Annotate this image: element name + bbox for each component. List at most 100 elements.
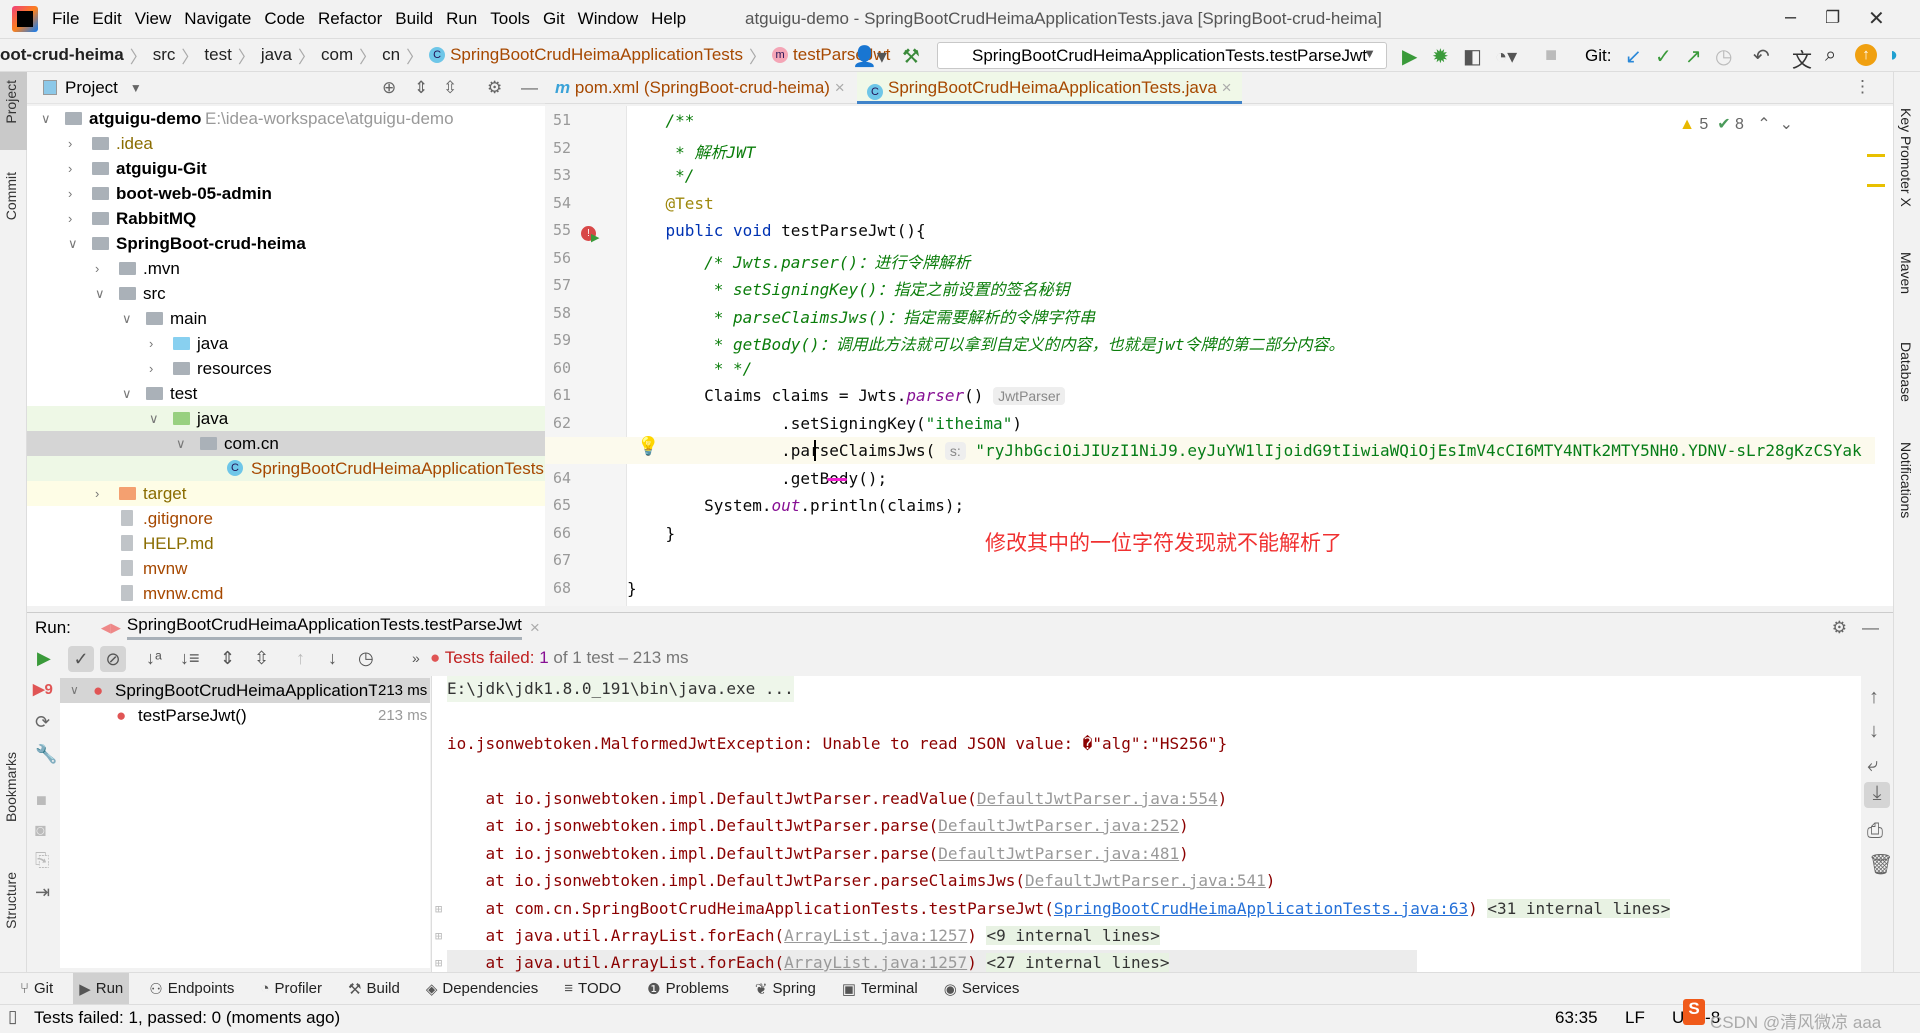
minimize-icon[interactable]: –: [1785, 6, 1796, 29]
restore-icon[interactable]: ❐: [1825, 8, 1840, 28]
code-editor[interactable]: 515253545556575859606162636465666768 ! ▶…: [545, 106, 1893, 606]
tab-application-tests[interactable]: C SpringBootCrudHeimaApplicationTests.jav…: [857, 72, 1242, 104]
collapse-all-icon[interactable]: ⇳: [254, 648, 269, 669]
breadcrumb-cn[interactable]: cn: [382, 45, 400, 65]
source-link[interactable]: ArrayList.java:1257: [784, 953, 967, 972]
inspection-widget[interactable]: ▲ 5 ✔ 8 ⌃ ⌄: [1679, 114, 1793, 134]
tree-item[interactable]: ∨ com.cn: [27, 431, 545, 456]
search-icon[interactable]: ⌕: [1825, 44, 1836, 67]
fold-toggle-icon[interactable]: ⊞: [435, 923, 442, 949]
chevron-down-icon[interactable]: ∨: [176, 431, 186, 456]
menu-view[interactable]: View: [135, 9, 172, 29]
menu-edit[interactable]: Edit: [92, 9, 121, 29]
update-icon[interactable]: ↑: [1855, 44, 1877, 66]
expand-all-icon[interactable]: ⇕: [414, 78, 428, 98]
caret-position[interactable]: 63:35: [1555, 1008, 1598, 1028]
tool-endpoints[interactable]: ⚇ Endpoints: [143, 973, 240, 1005]
scroll-up-icon[interactable]: ↑: [1869, 686, 1879, 709]
breadcrumb-test[interactable]: test: [204, 45, 231, 65]
tree-item[interactable]: mvnw.cmd: [27, 581, 545, 606]
soft-wrap-icon[interactable]: ⤶: [1867, 754, 1878, 777]
scroll-to-end-icon[interactable]: ⤓: [1864, 782, 1890, 808]
print-icon[interactable]: ⎙: [1867, 820, 1883, 843]
breadcrumb-class[interactable]: SpringBootCrudHeimaApplicationTests: [450, 45, 743, 65]
close-tab-icon[interactable]: ×: [1222, 78, 1232, 97]
stop-icon[interactable]: ■: [36, 790, 47, 811]
next-failed-icon[interactable]: ↓: [328, 648, 337, 669]
tree-item[interactable]: › java: [27, 331, 545, 356]
tree-item[interactable]: ∨ main: [27, 306, 545, 331]
menu-navigate[interactable]: Navigate: [184, 9, 251, 29]
prev-highlight-icon[interactable]: ⌃: [1757, 116, 1770, 133]
run-gutter-icon[interactable]: ▶: [591, 231, 599, 244]
toggle-auto-test-icon[interactable]: ⟳: [35, 712, 50, 733]
chevron-down-icon[interactable]: ∨: [122, 306, 132, 331]
tool-build[interactable]: ⚒ Build: [342, 973, 406, 1005]
test-method-row[interactable]: ● testParseJwt() 213 ms: [60, 703, 430, 728]
rerun-failed-icon[interactable]: ▶9: [33, 680, 53, 698]
menu-tools[interactable]: Tools: [490, 9, 530, 29]
database-tool-tab[interactable]: Database: [1898, 342, 1914, 402]
tool-terminal[interactable]: ▣ Terminal: [836, 973, 924, 1005]
tree-item[interactable]: › .idea: [27, 131, 545, 156]
tree-item[interactable]: ∨ atguigu-demo E:\idea-workspace\atguigu-d…: [27, 106, 545, 131]
key-promoter-tool-tab[interactable]: Key Promoter X: [1898, 108, 1914, 207]
next-highlight-icon[interactable]: ⌄: [1780, 116, 1793, 133]
source-link[interactable]: DefaultJwtParser.java:252: [938, 816, 1179, 835]
tree-item[interactable]: ∨ test: [27, 381, 545, 406]
history-icon[interactable]: ◷: [1715, 44, 1732, 69]
warning-marker[interactable]: [1867, 154, 1885, 157]
build-hammer-icon[interactable]: ⚒: [902, 44, 920, 69]
gear-icon[interactable]: ⚙: [1832, 618, 1847, 638]
more-icon[interactable]: »: [412, 650, 420, 666]
source-link[interactable]: ArrayList.java:1257: [784, 926, 967, 945]
test-class-row[interactable]: ∨ ● SpringBootCrudHeimaApplicationTe 213…: [60, 678, 430, 703]
chevron-down-icon[interactable]: ∨: [122, 381, 132, 406]
tree-item[interactable]: ∨ java: [27, 406, 545, 431]
sort-alpha-icon[interactable]: ↓ᵃ: [146, 648, 162, 669]
stop-icon[interactable]: ■: [1545, 44, 1557, 67]
chevron-down-icon[interactable]: ∨: [41, 106, 51, 131]
fold-toggle-icon[interactable]: ⊞: [435, 950, 442, 972]
git-update-icon[interactable]: ↙: [1625, 44, 1642, 69]
tree-item[interactable]: › atguigu-Git: [27, 156, 545, 181]
tree-item[interactable]: ∨ SpringBoot-crud-heima: [27, 231, 545, 256]
menu-run[interactable]: Run: [446, 9, 477, 29]
chevron-down-icon[interactable]: ∨: [68, 231, 78, 256]
internal-lines-fold[interactable]: <9 internal lines>: [986, 926, 1160, 945]
wrench-icon[interactable]: 🔧: [35, 744, 57, 765]
previous-failed-icon[interactable]: ↑: [296, 648, 305, 669]
chevron-right-icon[interactable]: ›: [149, 356, 153, 381]
menu-code[interactable]: Code: [264, 9, 305, 29]
menu-git[interactable]: Git: [543, 9, 565, 29]
menu-file[interactable]: File: [52, 9, 79, 29]
gear-icon[interactable]: ⚙: [487, 78, 502, 98]
chevron-down-icon[interactable]: ∨: [149, 406, 159, 431]
fold-toggle-icon[interactable]: ⊞: [435, 896, 442, 922]
hide-icon[interactable]: —: [521, 78, 538, 98]
show-ignored-icon[interactable]: ⊘: [100, 646, 126, 672]
git-push-icon[interactable]: ↗: [1685, 44, 1702, 69]
menu-build[interactable]: Build: [395, 9, 433, 29]
status-toggle-icon[interactable]: ▯: [8, 1007, 17, 1027]
source-link[interactable]: DefaultJwtParser.java:481: [938, 844, 1179, 863]
breadcrumb-src[interactable]: src: [153, 45, 176, 65]
chevron-right-icon[interactable]: ›: [68, 206, 72, 231]
tree-item[interactable]: › resources: [27, 356, 545, 381]
coverage-icon[interactable]: ◧: [1463, 44, 1482, 69]
run-configuration-select[interactable]: SpringBootCrudHeimaApplicationTests.test…: [937, 42, 1387, 69]
warning-marker[interactable]: [1867, 184, 1885, 187]
tree-item[interactable]: › boot-web-05-admin: [27, 181, 545, 206]
chevron-down-icon[interactable]: ∨: [95, 281, 105, 306]
project-tool-tab[interactable]: Project: [3, 80, 19, 124]
notifications-tool-tab[interactable]: Notifications: [1898, 442, 1914, 518]
exit-icon[interactable]: ⇥: [35, 882, 50, 903]
sort-duration-icon[interactable]: ↓≡: [180, 648, 200, 669]
source-link[interactable]: DefaultJwtParser.java:554: [977, 789, 1218, 808]
bookmarks-tool-tab[interactable]: Bookmarks: [3, 752, 19, 822]
camera-icon[interactable]: ◙: [35, 820, 46, 841]
chevron-right-icon[interactable]: ›: [68, 131, 72, 156]
collapse-all-icon[interactable]: ⇳: [443, 78, 457, 98]
git-commit-icon[interactable]: ✓: [1655, 44, 1672, 69]
close-icon[interactable]: ✕: [1868, 6, 1885, 31]
